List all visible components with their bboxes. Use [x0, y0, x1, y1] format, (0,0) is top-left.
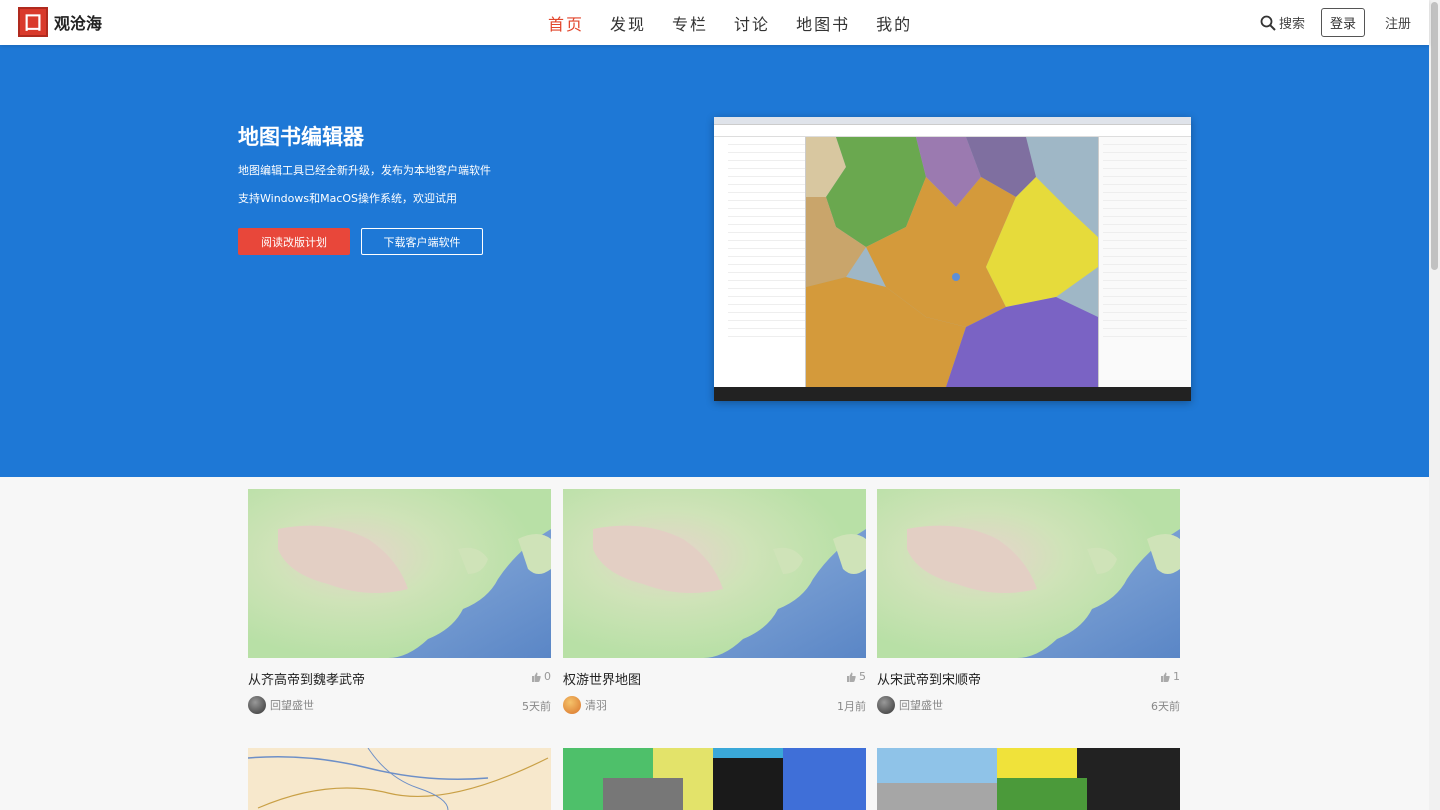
editor-screenshot [714, 117, 1191, 401]
register-link[interactable]: 注册 [1385, 13, 1411, 32]
map-card-2[interactable]: 权游世界地图 5 清羽 1月前 [563, 489, 866, 714]
card-title[interactable]: 权游世界地图 [563, 669, 641, 688]
like-count[interactable]: 1 [1160, 670, 1180, 683]
card-author[interactable]: 回望盛世 [248, 696, 314, 714]
map-thumbnail[interactable] [563, 489, 866, 658]
nav-mapbook[interactable]: 地图书 [796, 11, 850, 35]
main-nav: 首页 发现 专栏 讨论 地图书 我的 [548, 0, 912, 45]
author-name: 回望盛世 [270, 699, 314, 712]
nav-mine[interactable]: 我的 [876, 11, 912, 35]
search-label: 搜索 [1278, 17, 1305, 32]
logo-icon: 囗 [18, 7, 48, 37]
map-thumbnail[interactable] [877, 489, 1180, 658]
thumbs-up-icon [847, 672, 856, 682]
card-title[interactable]: 从齐高帝到魏孝武帝 [248, 669, 365, 688]
read-plan-button[interactable]: 阅读改版计划 [238, 228, 350, 255]
thumbs-up-icon [1161, 672, 1170, 682]
map-card-5-thumbnail[interactable] [563, 748, 866, 810]
thumbs-up-icon [532, 672, 541, 682]
like-count-value: 0 [544, 670, 551, 683]
like-count[interactable]: 5 [846, 670, 866, 683]
author-name: 回望盛世 [899, 699, 943, 712]
hero-description-2: 支持Windows和MacOS操作系统，欢迎试用 [238, 192, 458, 205]
card-time: 5天前 [522, 700, 551, 713]
like-count-value: 1 [1173, 670, 1180, 683]
screenshot-urlbar [714, 125, 1191, 137]
top-header: 囗 观沧海 首页 发现 专栏 讨论 地图书 我的 搜索 登录 注册 [0, 0, 1429, 45]
map-card-4-thumbnail[interactable] [248, 748, 551, 810]
header-actions: 搜索 登录 注册 [1260, 0, 1411, 45]
screenshot-map [806, 137, 1098, 387]
avatar [877, 696, 895, 714]
nav-discussion[interactable]: 讨论 [734, 11, 770, 35]
screenshot-property-panel [1098, 137, 1191, 387]
card-time: 1月前 [837, 700, 866, 713]
login-button[interactable]: 登录 [1320, 8, 1365, 37]
author-name: 清羽 [585, 699, 607, 712]
like-count[interactable]: 0 [531, 670, 551, 683]
page-scrollbar[interactable] [1429, 0, 1440, 810]
site-logo[interactable]: 囗 观沧海 [18, 7, 102, 37]
card-time: 6天前 [1151, 700, 1180, 713]
map-card-1[interactable]: 从齐高帝到魏孝武帝 0 回望盛世 5天前 [248, 489, 551, 714]
search-button[interactable]: 搜索 [1260, 13, 1305, 32]
map-card-6-thumbnail[interactable] [877, 748, 1180, 810]
hero-description-1: 地图编辑工具已经全新升级，发布为本地客户端软件 [238, 164, 491, 177]
map-thumbnail[interactable] [248, 489, 551, 658]
screenshot-tabbar [714, 117, 1191, 125]
screenshot-layer-panel [714, 137, 806, 387]
screenshot-taskbar [714, 387, 1191, 401]
scrollbar-thumb[interactable] [1431, 2, 1438, 270]
hero-banner: 地图书编辑器 地图编辑工具已经全新升级，发布为本地客户端软件 支持Windows… [0, 45, 1429, 477]
nav-discover[interactable]: 发现 [610, 11, 646, 35]
map-card-3[interactable]: 从宋武帝到宋顺帝 1 回望盛世 6天前 [877, 489, 1180, 714]
nav-home[interactable]: 首页 [548, 11, 584, 35]
like-count-value: 5 [859, 670, 866, 683]
logo-text: 观沧海 [54, 14, 103, 33]
avatar [563, 696, 581, 714]
card-title[interactable]: 从宋武帝到宋顺帝 [877, 669, 981, 688]
avatar [248, 696, 266, 714]
card-author[interactable]: 回望盛世 [877, 696, 943, 714]
nav-columns[interactable]: 专栏 [672, 11, 708, 35]
download-client-button[interactable]: 下载客户端软件 [361, 228, 483, 255]
card-author[interactable]: 清羽 [563, 696, 607, 714]
hero-title: 地图书编辑器 [238, 125, 364, 149]
search-icon [1260, 15, 1276, 31]
